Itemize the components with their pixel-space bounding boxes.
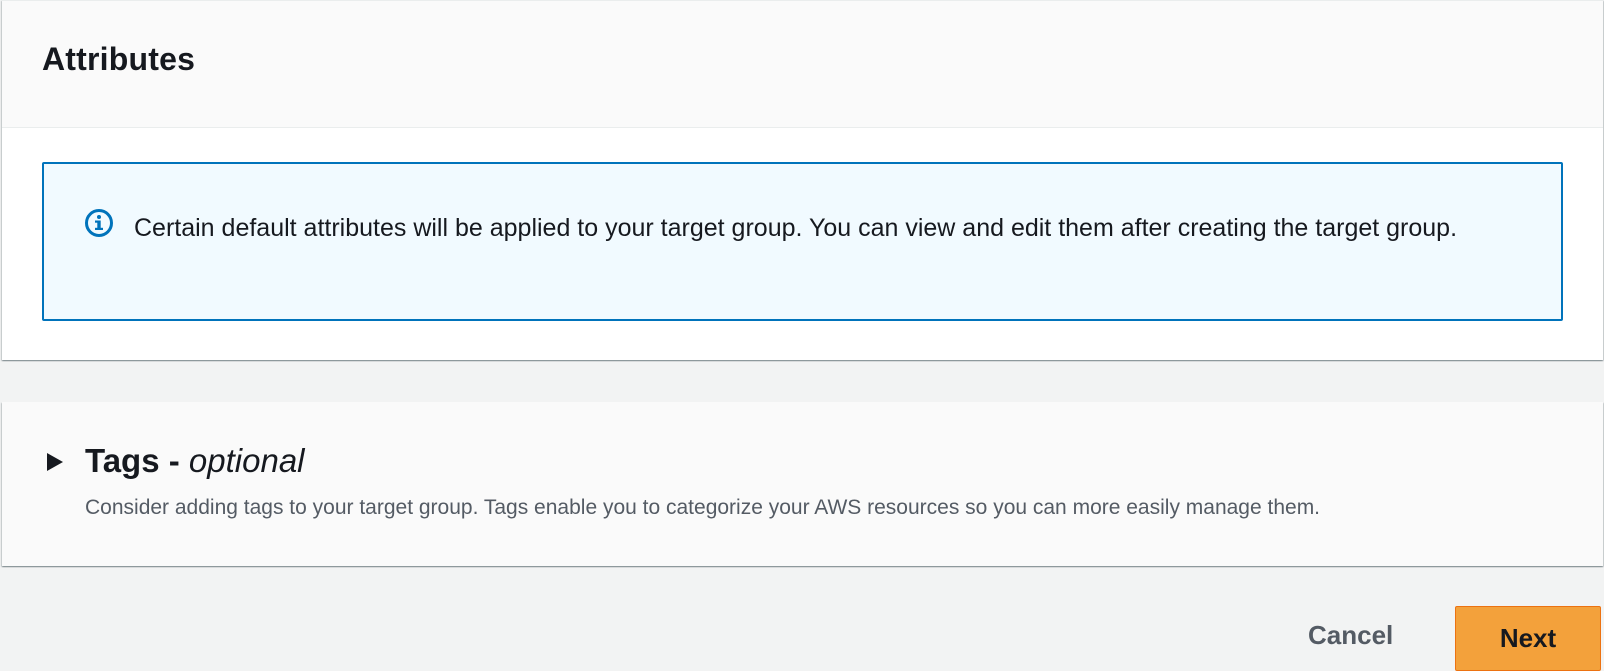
info-icon: [84, 208, 114, 238]
cancel-button[interactable]: Cancel: [1290, 613, 1411, 657]
attributes-header: Attributes: [2, 1, 1603, 128]
info-alert-text: Certain default attributes will be appli…: [134, 214, 1458, 242]
tags-title: Tags -: [85, 442, 189, 479]
tags-optional-label: optional: [188, 442, 305, 479]
tags-expand-toggle[interactable]: Tags - optional: [85, 442, 305, 480]
attributes-container: Attributes Certain default attributes wi…: [2, 0, 1603, 360]
caret-right-icon[interactable]: [44, 450, 66, 474]
page: Attributes Certain default attributes wi…: [0, 0, 1604, 671]
tags-container: Tags - optional Consider adding tags to …: [2, 402, 1603, 566]
next-button[interactable]: Next: [1455, 606, 1601, 671]
info-alert: Certain default attributes will be appli…: [42, 162, 1563, 321]
tags-description: Consider adding tags to your target grou…: [85, 496, 1321, 519]
attributes-title: Attributes: [42, 40, 196, 77]
